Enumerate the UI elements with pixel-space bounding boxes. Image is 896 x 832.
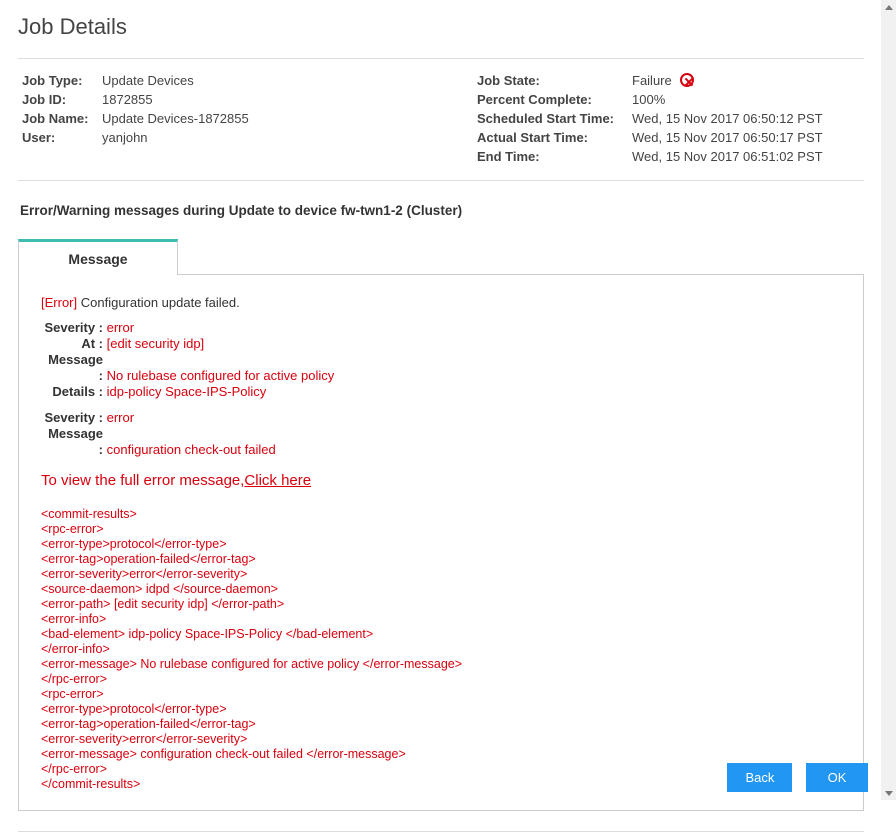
error-section-heading: Error/Warning messages during Update to … — [20, 203, 864, 218]
job-type-value: Update Devices — [102, 71, 194, 90]
severity-label-2: Severity : — [41, 410, 103, 426]
severity-value-2: error — [103, 410, 134, 425]
job-type-label: Job Type: — [22, 71, 102, 90]
button-bar: Back OK — [717, 763, 868, 792]
actual-start-value: Wed, 15 Nov 2017 06:50:17 PST — [632, 128, 823, 147]
message-label-2: Message : — [41, 426, 103, 458]
click-here-link[interactable]: Click here — [244, 472, 311, 489]
message-value-2: configuration check-out failed — [103, 442, 276, 457]
details-label: Details : — [41, 384, 103, 400]
percent-complete-label: Percent Complete: — [477, 90, 632, 109]
job-state-value: Failure — [632, 71, 694, 90]
severity-value: error — [103, 320, 134, 335]
tab-message[interactable]: Message — [18, 239, 178, 275]
error-block-1: Severity : error At : [edit security idp… — [41, 320, 841, 400]
error-summary: [Error] Configuration update failed. — [41, 295, 841, 310]
error-block-2: Severity : error Message : configuration… — [41, 410, 841, 458]
chevron-down-icon — [885, 791, 893, 796]
job-details-right: Job State:Failure Percent Complete:100% … — [477, 71, 860, 166]
error-summary-text: Configuration update failed. — [77, 295, 240, 310]
error-tag: [Error] — [41, 295, 77, 310]
scheduled-start-value: Wed, 15 Nov 2017 06:50:12 PST — [632, 109, 823, 128]
details-value: idp-policy Space-IPS-Policy — [103, 384, 266, 399]
end-time-value: Wed, 15 Nov 2017 06:51:02 PST — [632, 147, 823, 166]
full-error-prefix: To view the full error message, — [41, 472, 244, 489]
job-name-value: Update Devices-1872855 — [102, 109, 249, 128]
scheduled-start-label: Scheduled Start Time: — [477, 109, 632, 128]
full-error-prompt: To view the full error message,Click her… — [41, 472, 841, 489]
severity-label: Severity : — [41, 320, 103, 336]
job-id-value: 1872855 — [102, 90, 153, 109]
at-value: [edit security idp] — [103, 336, 204, 351]
message-panel: Message [Error] Configuration update fai… — [18, 274, 864, 811]
job-state-label: Job State: — [477, 71, 632, 90]
job-details-panel: Job Type:Update Devices Job ID:1872855 J… — [18, 58, 864, 181]
job-state-text: Failure — [632, 73, 672, 88]
at-label: At : — [41, 336, 103, 352]
scroll-down-button[interactable] — [881, 786, 896, 800]
percent-complete-value: 100% — [632, 90, 665, 109]
user-value: yanjohn — [102, 128, 148, 147]
page-title: Job Details — [18, 14, 864, 40]
failure-icon — [680, 73, 694, 87]
scrollbar[interactable] — [881, 0, 896, 800]
user-label: User: — [22, 128, 102, 147]
message-value: No rulebase configured for active policy — [103, 368, 334, 383]
chevron-up-icon — [885, 5, 893, 10]
back-button[interactable]: Back — [727, 763, 792, 792]
message-label: Message : — [41, 352, 103, 384]
ok-button[interactable]: OK — [806, 763, 868, 792]
actual-start-label: Actual Start Time: — [477, 128, 632, 147]
scroll-up-button[interactable] — [881, 0, 896, 14]
job-id-label: Job ID: — [22, 90, 102, 109]
job-name-label: Job Name: — [22, 109, 102, 128]
xml-error-dump: <commit-results> <rpc-error> <error-type… — [41, 507, 841, 792]
job-details-left: Job Type:Update Devices Job ID:1872855 J… — [22, 71, 477, 166]
end-time-label: End Time: — [477, 147, 632, 166]
